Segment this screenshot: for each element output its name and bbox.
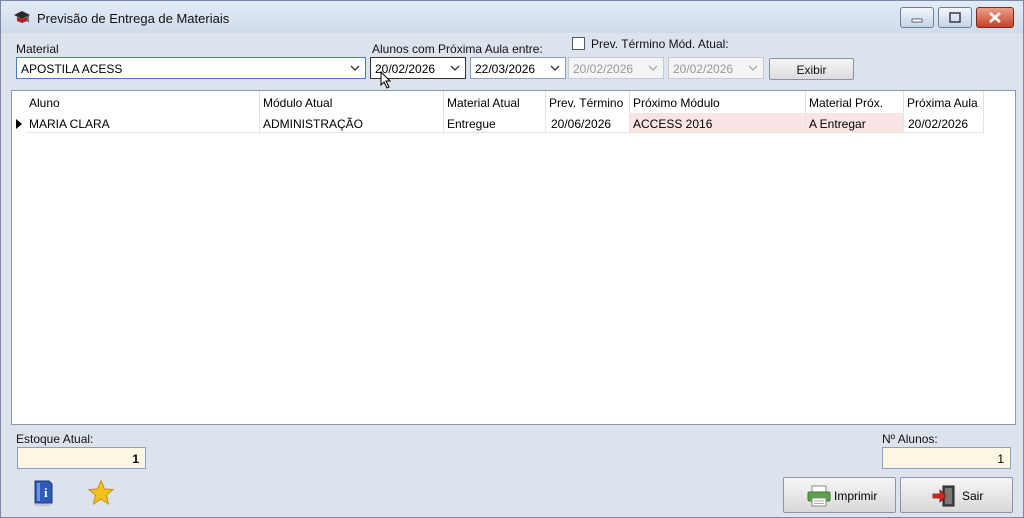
- main-window: Previsão de Entrega de Materiais Materia…: [0, 0, 1024, 518]
- column-header-modulo-atual[interactable]: Módulo Atual: [260, 91, 444, 113]
- prev-to-picker[interactable]: 20/02/2026: [668, 57, 764, 79]
- chevron-down-icon: [350, 65, 360, 71]
- column-header-material-atual[interactable]: Material Atual: [444, 91, 546, 113]
- exit-button[interactable]: Sair: [900, 477, 1013, 513]
- cell-proxima-aula: 20/02/2026: [904, 113, 984, 133]
- students-grid[interactable]: Aluno Módulo Atual Material Atual Prev. …: [11, 90, 1016, 425]
- prev-from-picker[interactable]: 20/02/2026: [568, 57, 664, 79]
- mouse-cursor-icon: [380, 71, 392, 89]
- minimize-icon: [911, 18, 923, 23]
- title-bar: Previsão de Entrega de Materiais: [1, 1, 1023, 33]
- date-to-value: 22/03/2026: [475, 62, 536, 76]
- prev-to-value: 20/02/2026: [673, 62, 734, 76]
- print-button[interactable]: Imprimir: [783, 477, 896, 513]
- prev-term-label: Prev. Término Mód. Atual:: [591, 37, 729, 51]
- show-button[interactable]: Exibir: [769, 58, 854, 80]
- prev-from-value: 20/02/2026: [573, 62, 634, 76]
- chevron-down-icon: [648, 65, 658, 71]
- stock-value: 1: [17, 447, 146, 469]
- chevron-down-icon: [550, 65, 560, 71]
- maximize-button[interactable]: [938, 7, 972, 28]
- students-count-label: Nº Alunos:: [882, 432, 938, 446]
- minimize-button[interactable]: [900, 7, 934, 28]
- cell-material-atual: Entregue: [444, 113, 546, 133]
- graduation-cap-icon: [14, 11, 30, 23]
- close-icon: [989, 12, 1001, 23]
- svg-text:i: i: [44, 485, 48, 500]
- cell-aluno: MARIA CLARA: [26, 113, 260, 133]
- column-header-prev-termino[interactable]: Prev. Término: [546, 91, 630, 113]
- close-button[interactable]: [976, 7, 1014, 28]
- current-row-indicator-icon: [16, 119, 22, 129]
- chevron-down-icon: [450, 65, 460, 71]
- column-header-proximo-modulo[interactable]: Próximo Módulo: [630, 91, 806, 113]
- column-header-proxima-aula[interactable]: Próxima Aula: [904, 91, 984, 113]
- chevron-down-icon: [748, 65, 758, 71]
- printer-icon: [807, 485, 831, 507]
- cell-prev-termino: 20/06/2026: [546, 113, 630, 133]
- material-value: APOSTILA ACESS: [21, 62, 123, 76]
- material-label: Material: [16, 42, 59, 56]
- prev-term-checkbox[interactable]: [572, 37, 585, 50]
- column-header-material-prox[interactable]: Material Próx.: [806, 91, 904, 113]
- maximize-icon: [949, 12, 961, 23]
- cell-material-prox: A Entregar: [806, 113, 904, 133]
- exit-button-label: Sair: [962, 489, 984, 503]
- window-title: Previsão de Entrega de Materiais: [37, 11, 230, 26]
- students-count-value: 1: [882, 447, 1011, 469]
- stock-label: Estoque Atual:: [16, 432, 94, 446]
- grid-header: Aluno Módulo Atual Material Atual Prev. …: [12, 91, 1015, 113]
- next-class-label: Alunos com Próxima Aula entre:: [372, 42, 543, 56]
- date-to-picker[interactable]: 22/03/2026: [470, 57, 566, 79]
- help-book-icon[interactable]: i: [31, 479, 55, 507]
- cell-proximo-modulo: ACCESS 2016: [630, 113, 806, 133]
- star-icon[interactable]: [87, 479, 115, 507]
- cell-modulo-atual: ADMINISTRAÇÃO: [260, 113, 444, 133]
- column-header-aluno[interactable]: Aluno: [26, 91, 260, 113]
- material-combo[interactable]: APOSTILA ACESS: [16, 57, 366, 79]
- exit-door-icon: [932, 485, 955, 507]
- print-button-label: Imprimir: [834, 489, 878, 503]
